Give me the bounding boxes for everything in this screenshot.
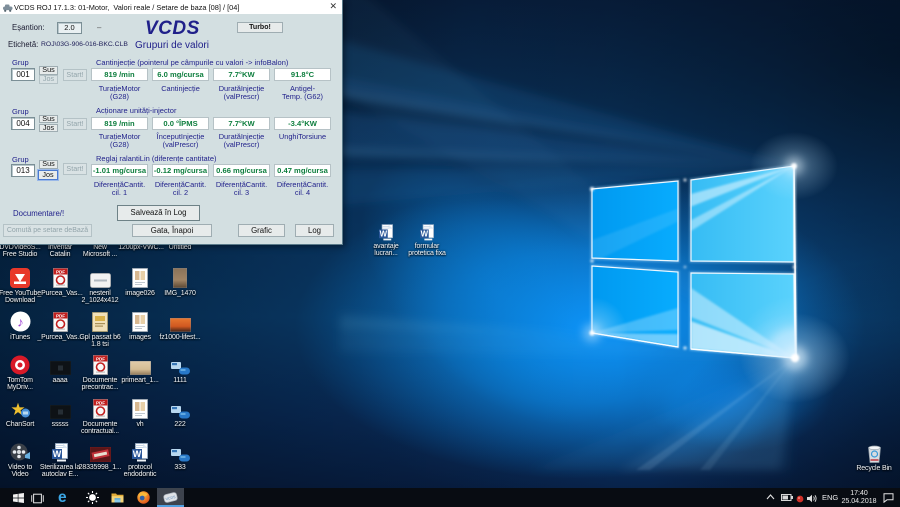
svg-text:PDF: PDF <box>56 313 65 318</box>
svg-text:W: W <box>53 449 62 459</box>
svg-text:♪: ♪ <box>17 314 24 329</box>
svg-text:PDF: PDF <box>56 270 65 275</box>
svg-text:W: W <box>421 229 429 238</box>
svg-text:W: W <box>133 449 142 459</box>
svg-text:W: W <box>380 229 388 238</box>
svg-text:PDF: PDF <box>96 400 105 405</box>
svg-text:PDF: PDF <box>96 357 105 362</box>
